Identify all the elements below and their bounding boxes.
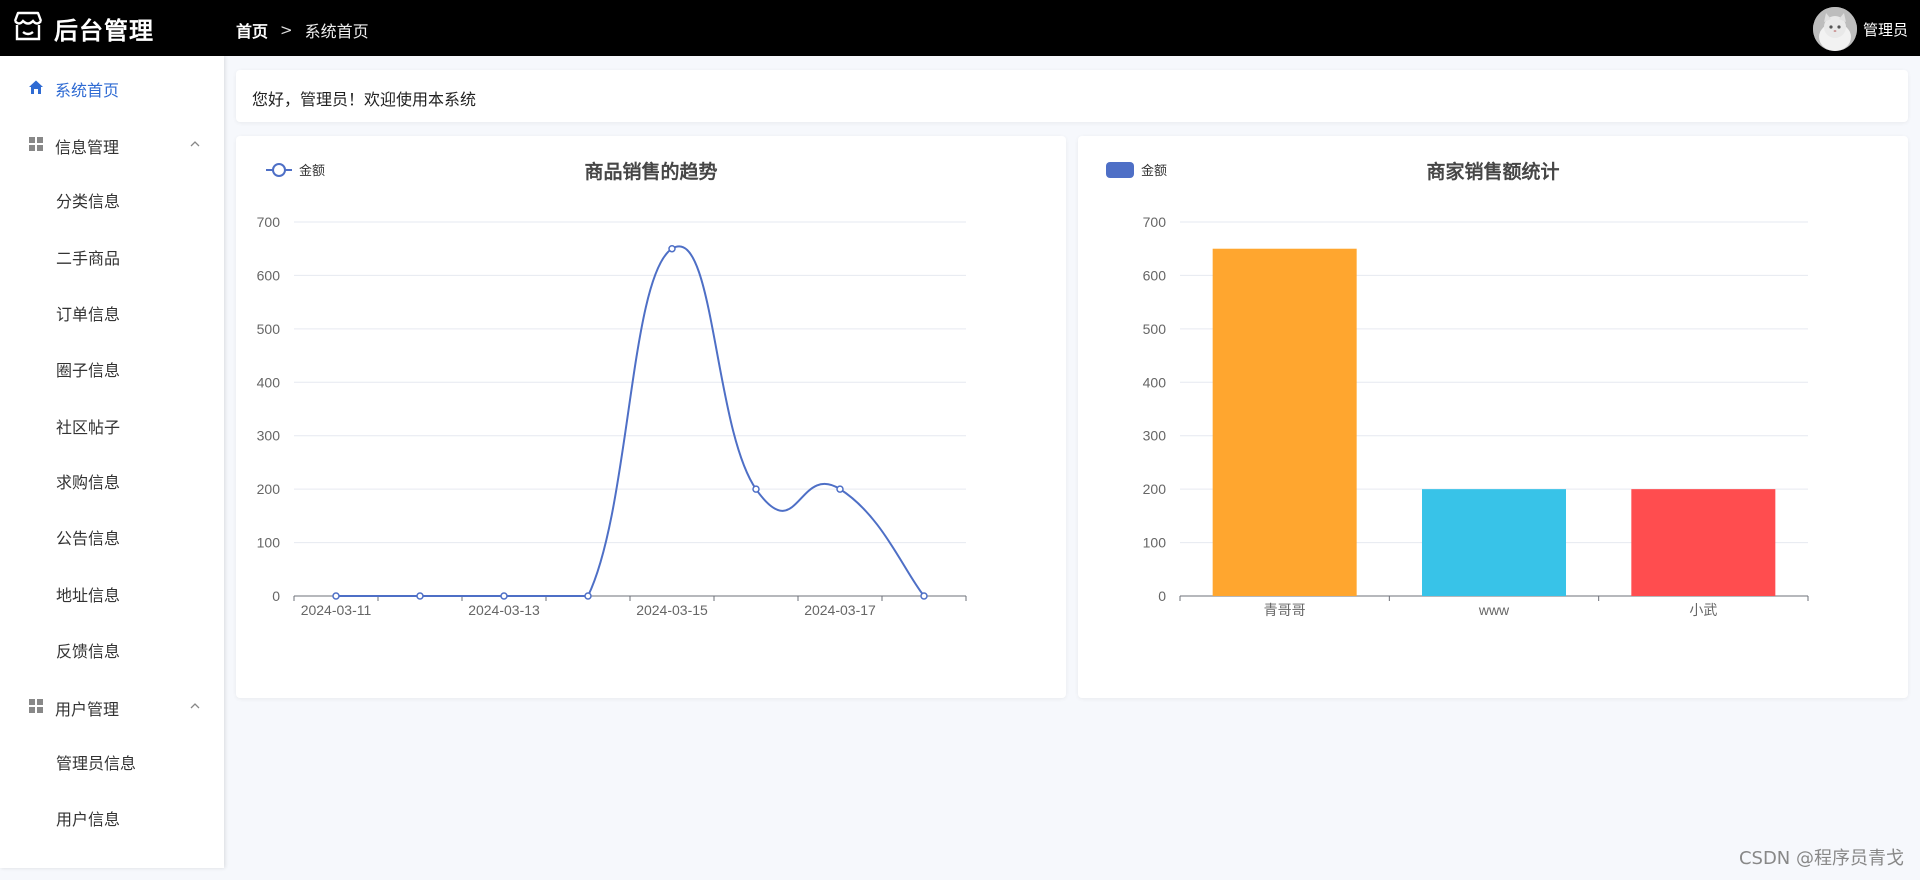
data-point — [416, 592, 424, 600]
sidebar-group-label: 用户管理 — [55, 700, 120, 719]
sidebar-item-label: 社区帖子 — [56, 418, 121, 437]
y-tick-label: 600 — [1143, 267, 1167, 283]
sidebar-item-goods[interactable]: 二手商品 — [0, 233, 224, 277]
sales-trend-chart: 0 100 200 300 400 500 600 700 2024-03-11 2024-03-… — [257, 160, 967, 618]
sidebar-item-label: 求购信息 — [56, 473, 121, 492]
legend-swatch — [1106, 162, 1134, 178]
breadcrumb: 首页 > 系统首页 — [236, 18, 369, 42]
y-tick-label: 400 — [1143, 374, 1167, 390]
bar — [1422, 489, 1566, 596]
chart-title: 商品销售的趋势 — [584, 160, 717, 183]
y-tick-label: 700 — [1143, 214, 1167, 230]
sidebar-item-label: 公告信息 — [56, 529, 121, 548]
sidebar-item-admins[interactable]: 管理员信息 — [0, 738, 224, 782]
data-point — [500, 592, 508, 600]
user-name[interactable]: 管理员 — [1863, 19, 1908, 40]
welcome-text: 您好，管理员！欢迎使用本系统 — [252, 90, 477, 109]
sidebar-item-notices[interactable]: 公告信息 — [0, 513, 224, 557]
chart-title: 商家销售额统计 — [1426, 160, 1559, 183]
user-menu[interactable]: 管理员 — [1812, 7, 1908, 51]
data-point — [752, 485, 760, 493]
legend-label: 金额 — [1141, 163, 1167, 178]
bar — [1212, 248, 1357, 596]
merchant-sales-card: 0 100 200 300 400 500 600 700 青哥哥 www 小武 商家销售额统计 金额 — [1078, 136, 1908, 698]
x-tick-label: 2024-03-17 — [804, 602, 876, 618]
sidebar-item-label: 圈子信息 — [56, 361, 121, 380]
x-tick-label: 2024-03-13 — [468, 602, 540, 618]
x-tick-label: 小武 — [1689, 602, 1717, 618]
sidebar-item-label: 反馈信息 — [56, 642, 121, 661]
y-tick-label: 0 — [272, 588, 280, 604]
x-tick-label: 青哥哥 — [1264, 602, 1306, 618]
home-icon — [28, 79, 44, 95]
legend-marker — [272, 163, 286, 177]
data-point — [920, 592, 928, 600]
sidebar-group-label: 信息管理 — [55, 138, 120, 157]
chevron-up-icon — [188, 698, 202, 712]
legend-label: 金额 — [299, 163, 325, 178]
data-point — [668, 244, 676, 253]
welcome-card: 您好，管理员！欢迎使用本系统 — [236, 70, 1908, 122]
y-tick-label: 600 — [257, 267, 281, 283]
x-tick-label: www — [1478, 602, 1510, 618]
sidebar-item-circles[interactable]: 圈子信息 — [0, 345, 224, 389]
sidebar-item-users[interactable]: 用户信息 — [0, 794, 224, 838]
sidebar: 系统首页 信息管理 分类信息 二手商品 订单信息 圈子信息 社区帖子 求购信息 … — [0, 56, 224, 868]
sidebar-item-posts[interactable]: 社区帖子 — [0, 402, 224, 446]
breadcrumb-separator: > — [280, 21, 293, 39]
y-tick-label: 400 — [257, 374, 281, 390]
shop-icon — [10, 8, 46, 48]
sidebar-item-label: 订单信息 — [56, 305, 121, 324]
data-point — [332, 592, 340, 600]
chevron-up-icon — [188, 136, 202, 150]
y-tick-label: 0 — [1158, 588, 1166, 604]
sidebar-item-label: 二手商品 — [56, 249, 121, 268]
y-tick-label: 500 — [1143, 321, 1167, 337]
y-tick-label: 700 — [257, 214, 281, 230]
app-title: 后台管理 — [54, 16, 154, 45]
sidebar-group-users[interactable]: 用户管理 — [0, 684, 224, 728]
sidebar-item-label: 用户信息 — [56, 810, 121, 829]
y-tick-label: 100 — [1143, 535, 1167, 551]
series-line — [335, 245, 925, 598]
grid-icon — [28, 698, 44, 714]
watermark: CSDN @程序员青戈 — [1738, 848, 1904, 869]
sidebar-item-label: 地址信息 — [56, 586, 121, 605]
sidebar-item-home[interactable]: 系统首页 — [0, 65, 224, 109]
sales-trend-card: 0 100 200 300 400 500 600 700 2024-03-11 2024-03-… — [236, 136, 1066, 698]
sidebar-item-wanted[interactable]: 求购信息 — [0, 457, 224, 501]
y-tick-label: 200 — [1143, 481, 1167, 497]
sidebar-item-label: 分类信息 — [56, 192, 121, 211]
breadcrumb-current: 系统首页 — [304, 22, 369, 41]
sidebar-item-address[interactable]: 地址信息 — [0, 570, 224, 614]
sidebar-item-orders[interactable]: 订单信息 — [0, 289, 224, 333]
x-tick-label: 2024-03-11 — [301, 602, 372, 618]
y-tick-label: 300 — [257, 428, 281, 444]
y-tick-label: 300 — [1143, 428, 1167, 444]
sidebar-group-info[interactable]: 信息管理 — [0, 122, 224, 166]
logo[interactable]: 后台管理 — [10, 8, 154, 48]
merchant-sales-chart: 0 100 200 300 400 500 600 700 青哥哥 www 小武 商家销售额统计 金额 — [1106, 160, 1809, 618]
top-bar: 后台管理 首页 > 系统首页 管理员 — [0, 0, 1920, 56]
y-tick-label: 100 — [257, 535, 281, 551]
sidebar-item-feedback[interactable]: 反馈信息 — [0, 626, 224, 670]
avatar[interactable] — [1812, 7, 1857, 51]
y-tick-label: 200 — [257, 481, 281, 497]
x-tick-label: 2024-03-15 — [636, 602, 708, 618]
sidebar-item-category[interactable]: 分类信息 — [0, 176, 224, 220]
breadcrumb-home[interactable]: 首页 — [236, 18, 268, 42]
grid-icon — [28, 136, 44, 152]
sidebar-item-label: 管理员信息 — [56, 754, 137, 773]
sidebar-item-label: 系统首页 — [55, 81, 120, 100]
data-point — [584, 592, 592, 600]
y-tick-label: 500 — [257, 321, 281, 337]
bar — [1631, 489, 1776, 596]
data-point — [836, 485, 844, 493]
